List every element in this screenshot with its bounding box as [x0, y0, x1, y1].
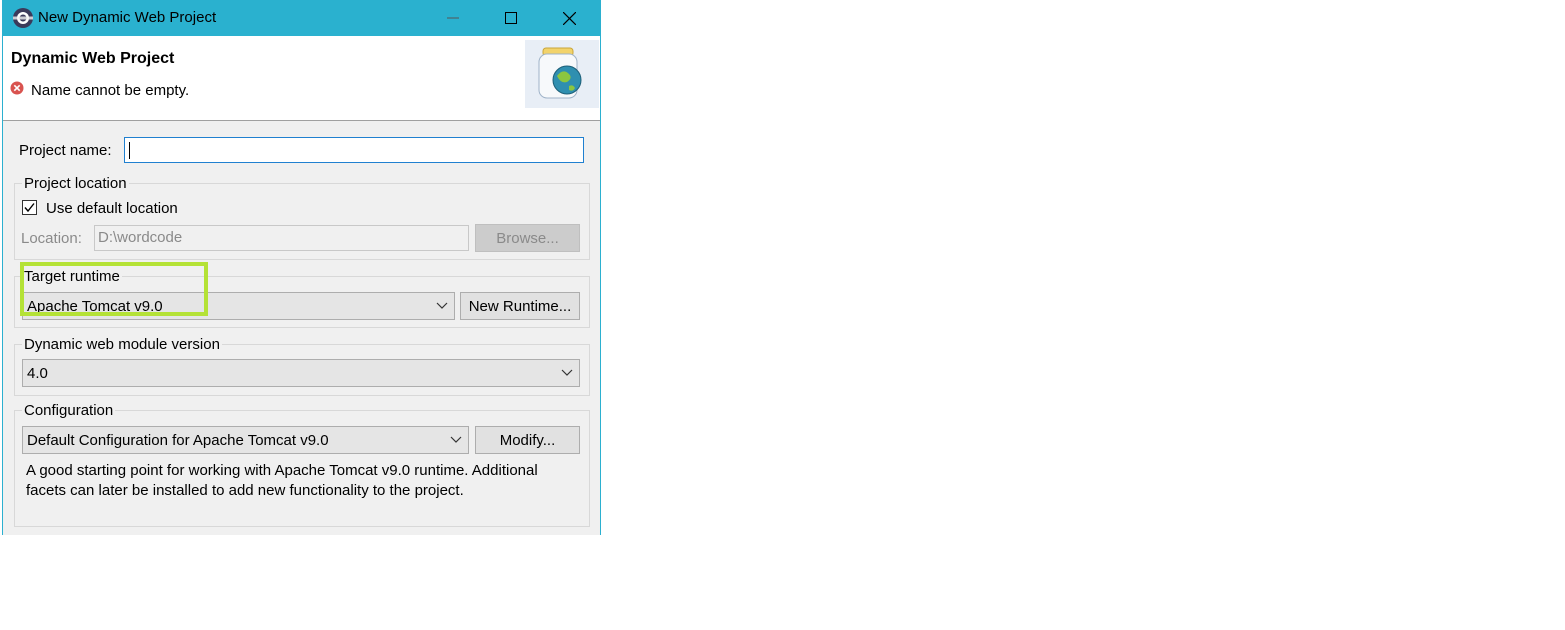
- browse-button: Browse...: [475, 224, 580, 252]
- modify-button[interactable]: Modify...: [475, 426, 580, 454]
- web-project-jar-globe-icon: [525, 40, 599, 108]
- use-default-location-label[interactable]: Use default location: [46, 200, 178, 217]
- minimize-icon: [447, 17, 459, 19]
- minimize-button[interactable]: [424, 0, 482, 36]
- configuration-select[interactable]: Default Configuration for Apache Tomcat …: [22, 426, 469, 454]
- maximize-button[interactable]: [482, 0, 540, 36]
- use-default-location-checkbox[interactable]: [22, 200, 37, 215]
- checkmark-icon: [24, 203, 35, 213]
- new-dynamic-web-project-dialog: New Dynamic Web Project Dynamic Web Proj…: [2, 0, 601, 535]
- module-version-select[interactable]: 4.0: [22, 359, 580, 387]
- chevron-down-icon: [436, 302, 448, 309]
- wizard-header: Dynamic Web Project Name cannot be empty…: [3, 36, 600, 121]
- location-input: D:\wordcode: [94, 225, 469, 251]
- project-name-input[interactable]: [124, 137, 584, 163]
- close-icon: [562, 11, 576, 25]
- chevron-down-icon: [450, 436, 462, 443]
- close-button[interactable]: [540, 0, 598, 36]
- window-title: New Dynamic Web Project: [38, 9, 217, 26]
- page-title: Dynamic Web Project: [11, 50, 175, 67]
- title-bar[interactable]: New Dynamic Web Project: [3, 0, 600, 36]
- text-caret: [129, 142, 130, 159]
- maximize-icon: [505, 12, 517, 24]
- module-version-label: Dynamic web module version: [22, 336, 222, 353]
- location-label: Location:: [21, 230, 82, 247]
- new-runtime-button[interactable]: New Runtime...: [460, 292, 580, 320]
- target-runtime-label: Target runtime: [22, 268, 122, 285]
- configuration-label: Configuration: [22, 402, 116, 419]
- target-runtime-select[interactable]: Apache Tomcat v9.0: [22, 292, 455, 320]
- project-location-label: Project location: [22, 175, 129, 192]
- chevron-down-icon: [561, 369, 573, 376]
- error-icon: [10, 81, 24, 95]
- project-name-label: Project name:: [19, 142, 112, 159]
- configuration-description: A good starting point for working with A…: [26, 462, 538, 499]
- error-message: Name cannot be empty.: [31, 82, 190, 99]
- eclipse-icon: [13, 8, 33, 28]
